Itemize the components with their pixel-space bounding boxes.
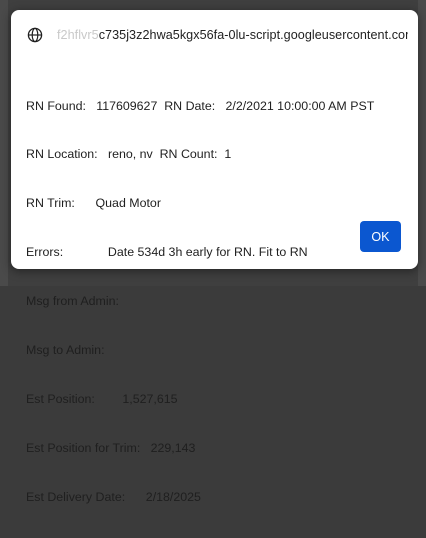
dialog-message: RN Found: 117609627 RN Date: 2/2/2021 10… <box>26 65 374 538</box>
message-line-est-delivery: Est Delivery Date: 2/18/2025 <box>26 489 201 504</box>
globe-icon <box>27 27 43 43</box>
message-line-rn-location: RN Location: reno, nv RN Count: 1 <box>26 147 232 162</box>
origin-url-main: c735j3z2hwa5kgx56fa-0lu-script.googleuse… <box>98 28 408 42</box>
message-line-est-position-trim: Est Position for Trim: 229,143 <box>26 440 196 455</box>
message-line-rn-found: RN Found: 117609627 RN Date: 2/2/2021 10… <box>26 98 375 113</box>
origin-url-faded: f2hflvr5 <box>57 28 99 42</box>
ok-button[interactable]: OK <box>360 221 401 252</box>
message-line-errors: Errors: Date 534d 3h early for RN. Fit t… <box>26 245 308 260</box>
message-line-msg-to-admin: Msg to Admin: <box>26 343 105 358</box>
origin-url: f2hflvr5c735j3z2hwa5kgx56fa-0lu-script.g… <box>57 28 408 42</box>
message-line-est-position: Est Position: 1,527,615 <box>26 391 178 406</box>
message-line-rn-trim: RN Trim: Quad Motor <box>26 196 161 211</box>
message-line-msg-from-admin: Msg from Admin: <box>26 294 119 309</box>
alert-dialog: f2hflvr5c735j3z2hwa5kgx56fa-0lu-script.g… <box>11 10 418 504</box>
dialog-origin: f2hflvr5c735j3z2hwa5kgx56fa-0lu-script.g… <box>27 26 408 44</box>
